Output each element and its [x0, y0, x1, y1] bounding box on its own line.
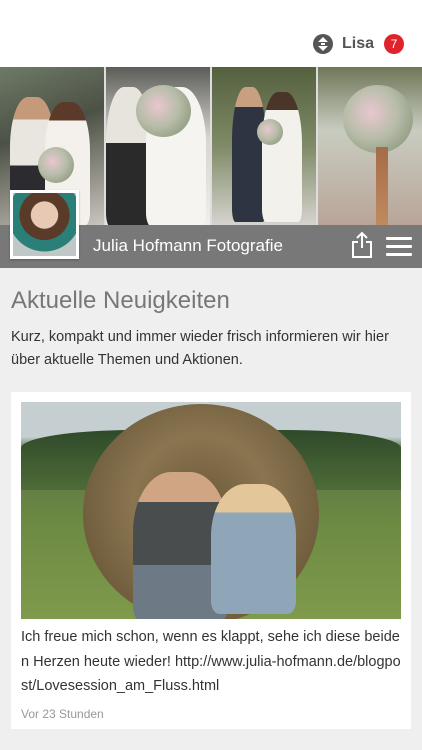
notification-badge[interactable]: 7 [384, 34, 404, 54]
menu-line [386, 253, 412, 256]
hero-photo [212, 67, 316, 225]
person-woman [211, 484, 296, 614]
post-text[interactable]: Ich freue mich schon, wenn es klappt, se… [21, 625, 405, 699]
top-bar: Lisa 7 [0, 0, 422, 67]
section-description: Kurz, kompakt und immer wieder frisch in… [11, 329, 389, 368]
hero-photo [318, 67, 422, 225]
menu-line [386, 237, 412, 240]
user-account-chip[interactable]: Lisa 7 [312, 32, 404, 56]
profile-avatar [10, 190, 79, 259]
post-image[interactable] [21, 402, 401, 619]
menu-line [386, 245, 412, 248]
post-card[interactable]: Ich freue mich schon, wenn es klappt, se… [11, 392, 411, 729]
post-timestamp: Vor 23 Stunden [21, 707, 104, 721]
user-name[interactable]: Lisa [342, 35, 374, 53]
profile-name: Julia Hofmann Fotografie [93, 236, 283, 255]
section-title: Aktuelle Neuigkeiten [11, 287, 230, 314]
app-logo-icon [312, 34, 333, 54]
hamburger-menu-icon[interactable] [386, 237, 412, 257]
share-icon[interactable] [350, 231, 374, 259]
hero-photo [106, 67, 210, 225]
